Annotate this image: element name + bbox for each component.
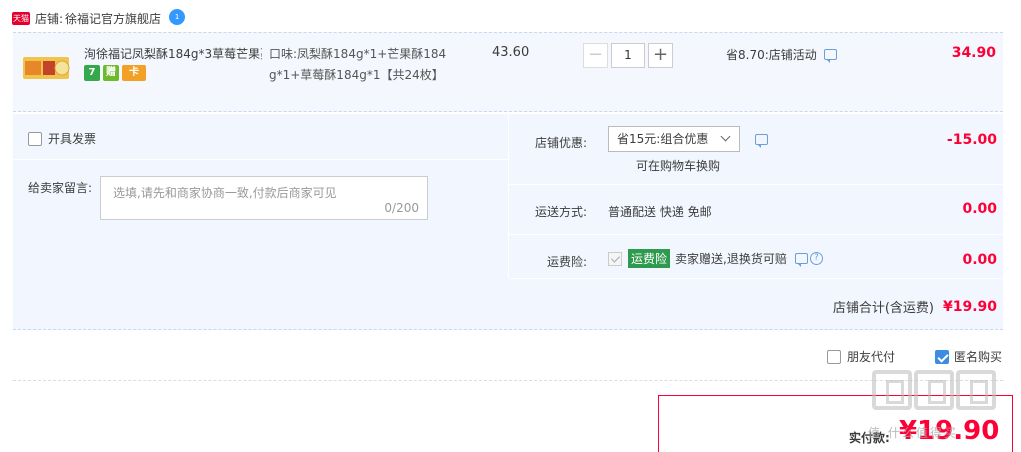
invoice-checkbox[interactable] — [28, 131, 42, 146]
discount-amount: -15.00 — [946, 132, 997, 148]
item-title-link[interactable]: 洵徐福记凤梨酥184g*3草莓芒果蔓越莓 — [84, 45, 262, 62]
shipping-label: 运送方式: — [534, 205, 587, 219]
insurance-description: 卖家赠送,退换货可赔 — [675, 252, 787, 266]
promotion-text: 省8.70:店铺活动 — [726, 48, 817, 62]
help-icon[interactable]: ? — [809, 252, 823, 265]
service-icons: 7 赠 卡 — [84, 65, 146, 81]
watermark-glyph — [872, 370, 912, 410]
insurance-label: 运费险: — [546, 255, 587, 269]
anonymous-option[interactable]: 匿名购买 — [935, 348, 1002, 365]
insurance-detail-icon[interactable] — [794, 253, 808, 267]
friend-pay-checkbox[interactable] — [827, 349, 841, 364]
promotion-detail-icon[interactable] — [823, 49, 837, 63]
discount-detail-icon[interactable] — [755, 134, 768, 148]
quantity-stepper: − 1 + — [583, 43, 673, 68]
discount-selected-value: 省15元:组合优惠 — [617, 132, 709, 146]
wangwang-chat-icon[interactable]: 1 — [169, 9, 186, 25]
seller-memo-input[interactable]: 选填,请先和商家协商一致,付款后商家可见 0/200 — [100, 176, 428, 220]
watermark-logo — [872, 370, 996, 410]
insurance-icons: ? — [794, 252, 823, 267]
friend-pay-option[interactable]: 朋友代付 — [827, 348, 895, 365]
gift-icon[interactable]: 赠 — [103, 65, 119, 81]
order-item: 洵徐福记凤梨酥184g*3草莓芒果蔓越莓 7 赠 卡 口味:凤梨酥184g*1+… — [13, 32, 1003, 112]
invoice-row: 开具发票 — [13, 114, 508, 160]
item-sku: 口味:凤梨酥184g*1+芒果酥184g*1+草莓酥184g*1【共24枚】 — [269, 47, 447, 82]
shop-header: 天猫 店铺: 徐福记官方旗舰店 1 — [12, 9, 186, 27]
memo-label: 给卖家留言: — [28, 181, 93, 195]
section-divider — [13, 380, 1003, 381]
memo-placeholder: 选填,请先和商家协商一致,付款后商家可见 — [113, 186, 337, 200]
watermark-text: 值 什么值得买 — [868, 426, 958, 440]
discount-select[interactable]: 省15元:组合优惠 — [608, 126, 740, 152]
insurance-tag: 运费险 — [628, 249, 671, 268]
insurance-option: 运费险 卖家赠送,退换货可赔 ? — [608, 249, 823, 268]
shipping-method: 普通配送 快递 免邮 — [608, 205, 712, 219]
chevron-down-icon — [720, 131, 731, 142]
card-payment-icon[interactable]: 卡 — [122, 65, 146, 81]
product-thumbnail[interactable] — [23, 53, 71, 83]
insurance-row: 运费险: 运费险 卖家赠送,退换货可赔 ? 0.00 — [509, 235, 1003, 279]
friend-pay-label: 朋友代付 — [847, 350, 896, 364]
anonymous-checkbox[interactable] — [935, 349, 949, 364]
shop-total-label: 店铺合计(含运费) — [832, 301, 934, 316]
shop-discount-row: 店铺优惠: 省15元:组合优惠 可在购物车换购 -15.00 — [509, 114, 1003, 185]
quantity-input[interactable]: 1 — [611, 43, 645, 68]
shop-total: 店铺合计(含运费) ¥19.90 — [832, 297, 997, 317]
insurance-amount: 0.00 — [962, 252, 997, 268]
shop-name-link[interactable]: 徐福记官方旗舰店 — [65, 10, 161, 27]
watermark-glyph — [956, 370, 996, 410]
order-options-panel: 开具发票 给卖家留言: 选填,请先和商家协商一致,付款后商家可见 0/200 店… — [13, 114, 1003, 330]
insurance-checkbox — [608, 251, 622, 266]
discount-hint: 可在购物车换购 — [636, 159, 721, 173]
quantity-plus-button[interactable]: + — [648, 43, 673, 68]
shipping-row: 运送方式: 普通配送 快递 免邮 0.00 — [509, 185, 1003, 235]
seven-day-return-icon[interactable]: 7 — [84, 65, 100, 81]
invoice-label: 开具发票 — [48, 132, 97, 146]
invoice-option[interactable]: 开具发票 — [28, 130, 96, 147]
discount-label: 店铺优惠: — [534, 136, 587, 150]
anonymous-label: 匿名购买 — [954, 350, 1003, 364]
shop-total-value: ¥19.90 — [942, 298, 997, 315]
watermark-glyph — [914, 370, 954, 410]
item-promotion: 省8.70:店铺活动 — [726, 46, 837, 63]
shipping-amount: 0.00 — [962, 201, 997, 217]
quantity-minus-button[interactable]: − — [583, 43, 608, 68]
tmall-badge: 天猫 — [12, 11, 30, 25]
item-price: 43.60 — [492, 45, 530, 60]
item-subtotal: 34.90 — [951, 45, 996, 61]
shop-label: 店铺: — [35, 11, 64, 26]
memo-char-count: 0/200 — [384, 201, 419, 215]
